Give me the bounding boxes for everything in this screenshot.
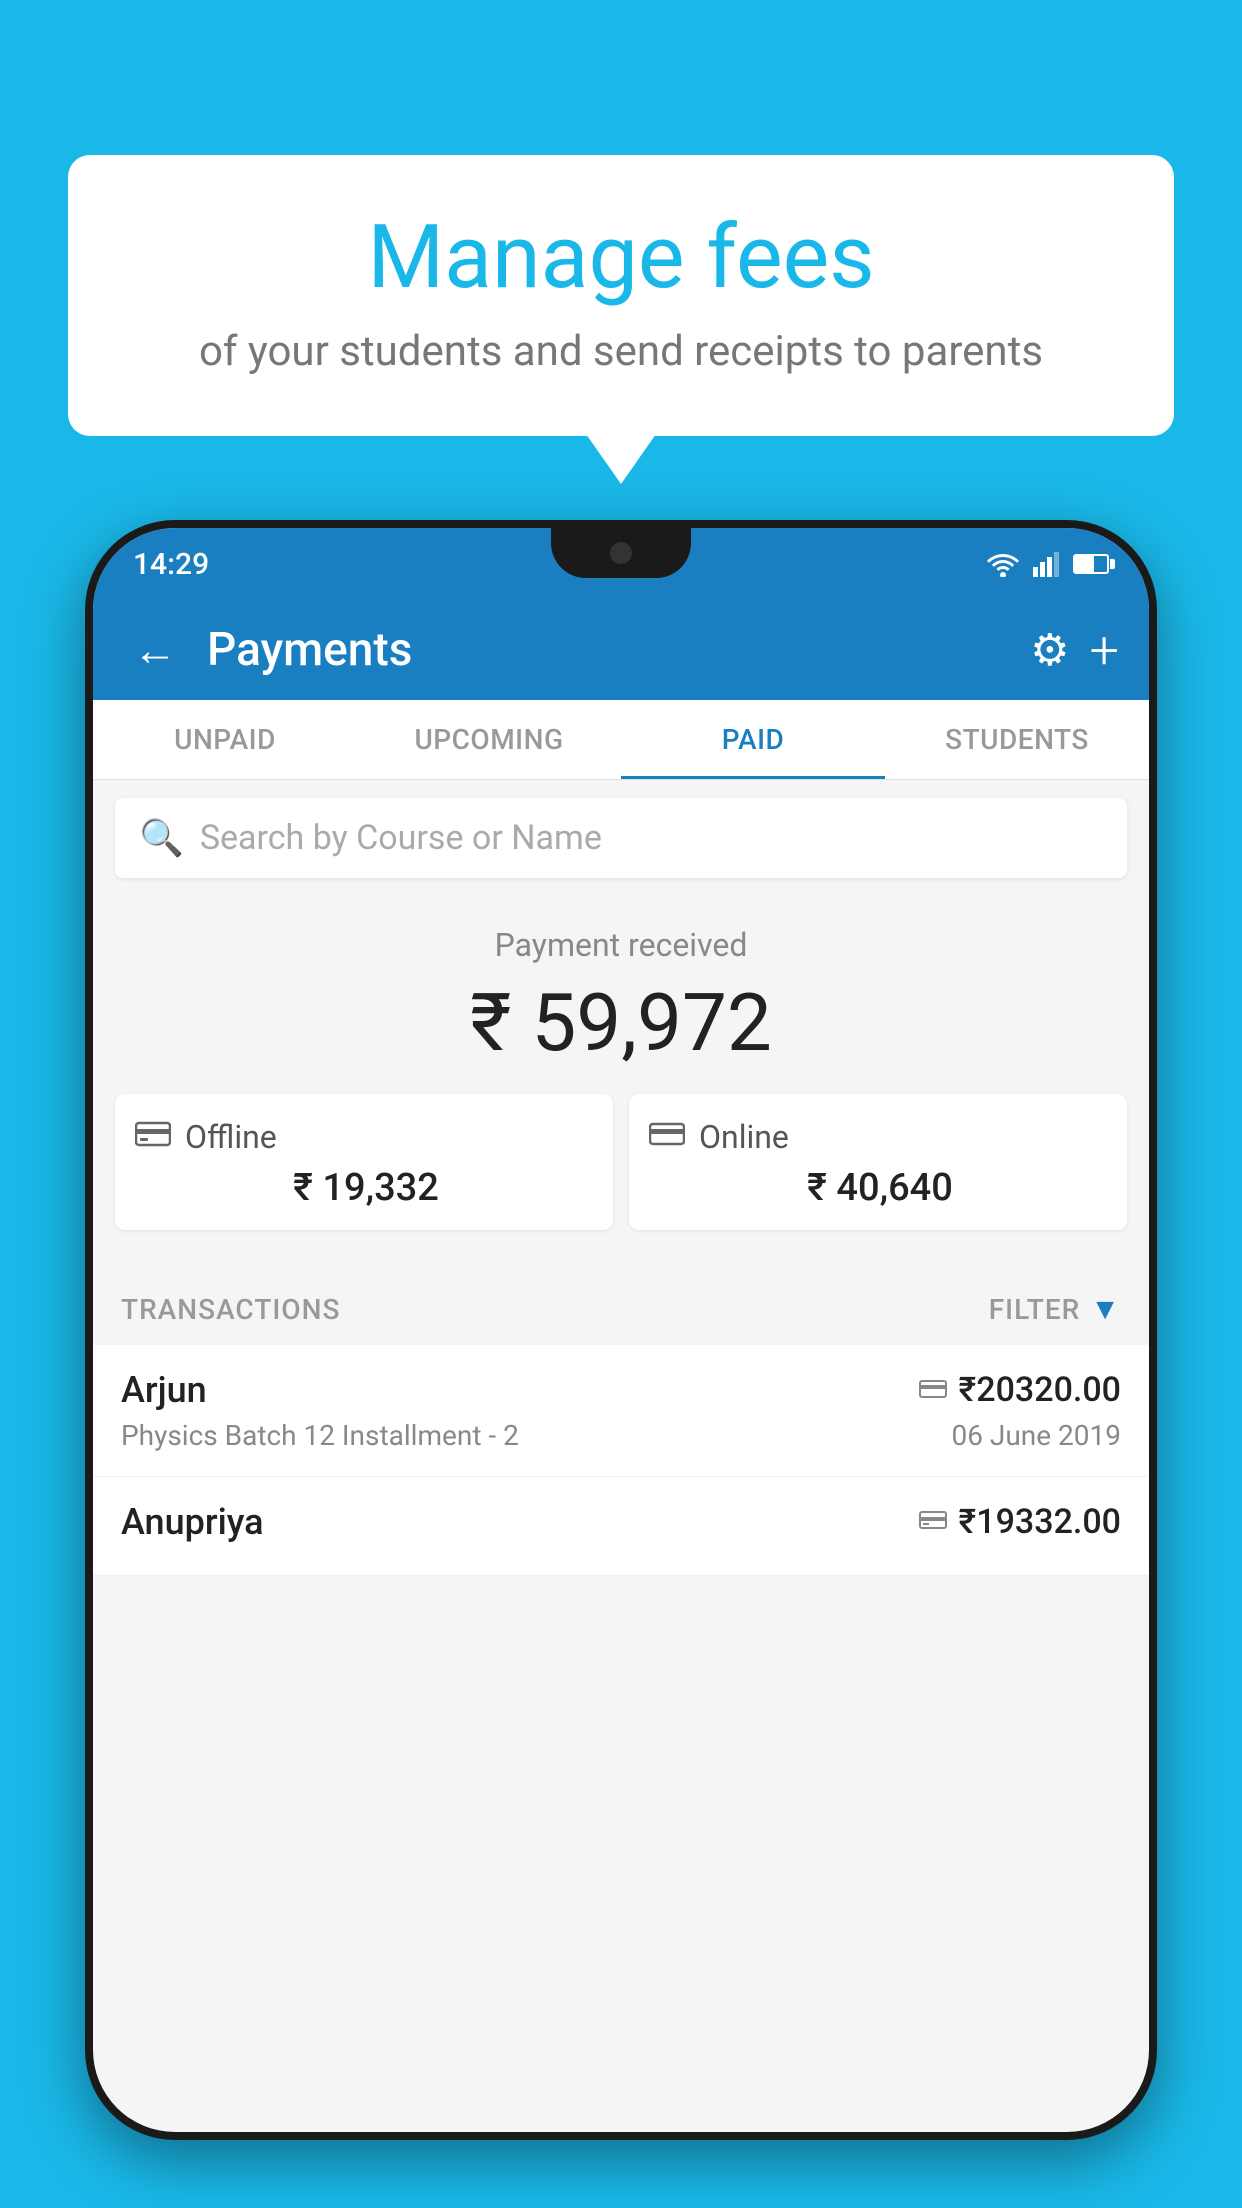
- back-button[interactable]: ←: [123, 614, 187, 686]
- wifi-icon: [987, 551, 1019, 577]
- transaction-amount: ₹20320.00: [959, 1370, 1121, 1410]
- transaction-name: Anupriya: [121, 1501, 264, 1543]
- filter-button[interactable]: FILTER ▼: [989, 1292, 1121, 1327]
- app-bar-title: Payments: [207, 623, 1010, 677]
- offline-payment-card: Offline ₹ 19,332: [115, 1094, 613, 1230]
- signal-icon: [1033, 551, 1059, 577]
- battery-icon: [1073, 554, 1109, 574]
- payment-cards: Offline ₹ 19,332: [93, 1094, 1149, 1254]
- offline-label: Offline: [185, 1118, 277, 1156]
- transaction-name: Arjun: [121, 1369, 207, 1411]
- camera-dot: [610, 542, 632, 564]
- app-bar: ← Payments ⚙ +: [93, 600, 1149, 700]
- online-payment-card: Online ₹ 40,640: [629, 1094, 1127, 1230]
- phone: 14:29: [85, 520, 1157, 2140]
- status-icons: [987, 551, 1109, 577]
- search-icon: 🔍: [139, 817, 184, 859]
- online-payment-icon: [919, 1374, 947, 1407]
- tab-upcoming[interactable]: UPCOMING: [357, 700, 621, 779]
- phone-container: 14:29: [85, 520, 1157, 2208]
- phone-screen: 14:29: [93, 528, 1149, 2132]
- table-row[interactable]: Anupriya ₹19332.00: [93, 1477, 1149, 1576]
- payment-total-amount: ₹ 59,972: [93, 976, 1149, 1070]
- table-row[interactable]: Arjun ₹20320.00 Physics: [93, 1345, 1149, 1477]
- transaction-amount-wrap: ₹20320.00: [919, 1370, 1121, 1410]
- transaction-date: 06 June 2019: [951, 1419, 1121, 1452]
- transactions-label: TRANSACTIONS: [121, 1293, 340, 1326]
- search-placeholder: Search by Course or Name: [200, 818, 602, 858]
- add-icon[interactable]: +: [1090, 620, 1119, 681]
- tab-unpaid[interactable]: UNPAID: [93, 700, 357, 779]
- status-bar: 14:29: [93, 528, 1149, 600]
- transaction-course: Physics Batch 12 Installment - 2: [121, 1419, 519, 1452]
- speech-bubble: Manage fees of your students and send re…: [68, 155, 1174, 436]
- manage-fees-subtitle: of your students and send receipts to pa…: [128, 327, 1114, 376]
- offline-amount: ₹ 19,332: [135, 1166, 593, 1210]
- tab-paid[interactable]: PAID: [621, 700, 885, 779]
- online-label: Online: [699, 1118, 789, 1156]
- notch: [551, 528, 691, 578]
- app-bar-icons: ⚙ +: [1030, 620, 1119, 681]
- online-icon: [649, 1118, 685, 1156]
- search-container: 🔍 Search by Course or Name: [93, 780, 1149, 896]
- filter-icon: ▼: [1090, 1292, 1121, 1327]
- settings-icon[interactable]: ⚙: [1030, 624, 1069, 676]
- online-amount: ₹ 40,640: [649, 1166, 1107, 1210]
- transactions-header: TRANSACTIONS FILTER ▼: [93, 1274, 1149, 1345]
- status-time: 14:29: [133, 547, 209, 582]
- payment-received-label: Payment received: [93, 926, 1149, 964]
- offline-payment-icon: [919, 1506, 947, 1539]
- transaction-amount: ₹19332.00: [959, 1502, 1121, 1542]
- payment-summary: Payment received ₹ 59,972: [93, 896, 1149, 1274]
- transaction-list: Arjun ₹20320.00 Physics: [93, 1345, 1149, 1576]
- search-bar[interactable]: 🔍 Search by Course or Name: [115, 798, 1127, 878]
- tabs: UNPAID UPCOMING PAID STUDENTS: [93, 700, 1149, 780]
- manage-fees-title: Manage fees: [128, 210, 1114, 307]
- transaction-amount-wrap: ₹19332.00: [919, 1502, 1121, 1542]
- offline-icon: [135, 1118, 171, 1156]
- tab-students[interactable]: STUDENTS: [885, 700, 1149, 779]
